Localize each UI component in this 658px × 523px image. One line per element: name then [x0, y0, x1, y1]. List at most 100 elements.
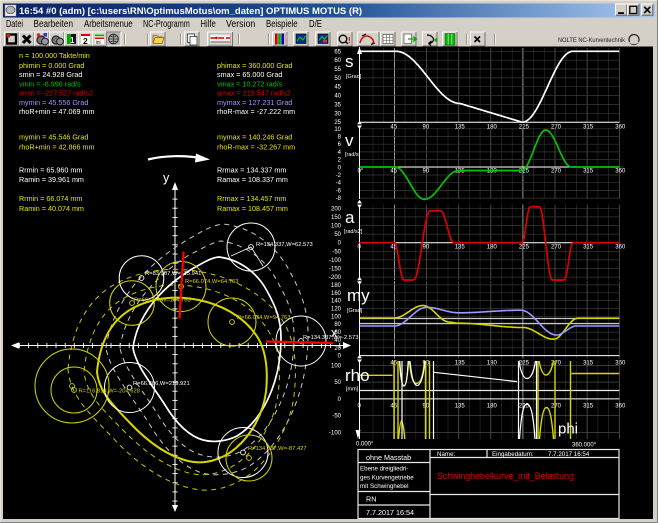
svg-text:Version: Version: [226, 19, 255, 30]
svg-text:Eingabedatum:: Eingabedatum:: [492, 451, 534, 458]
svg-text:1: 1: [70, 36, 75, 45]
svg-text:n = 100.000 Takte/min: n = 100.000 Takte/min: [19, 51, 90, 60]
svg-text:360.000°: 360.000°: [572, 443, 597, 449]
svg-text:360: 360: [615, 404, 626, 410]
svg-text:315: 315: [583, 404, 594, 410]
svg-text:0.000°: 0.000°: [356, 442, 374, 448]
svg-text:200: 200: [331, 206, 342, 212]
svg-text:Ramin = 39.961 mm: Ramin = 39.961 mm: [19, 175, 84, 184]
svg-text:90: 90: [423, 169, 430, 175]
svg-text:40: 40: [334, 94, 341, 100]
svg-text:7.7.2017 16:54: 7.7.2017 16:54: [548, 451, 590, 458]
svg-text:D/E: D/E: [309, 19, 322, 30]
svg-text:Rrmin = 65.960 mm: Rrmin = 65.960 mm: [19, 165, 82, 174]
svg-text:7.7.2017 16:54: 7.7.2017 16:54: [366, 508, 414, 517]
svg-text:a: a: [345, 208, 355, 227]
svg-text:140: 140: [331, 299, 342, 305]
svg-text:135: 135: [455, 245, 466, 251]
svg-text:[Grad]: [Grad]: [347, 308, 363, 314]
svg-text:315: 315: [583, 169, 594, 175]
svg-text:[Grad]: [Grad]: [346, 74, 362, 80]
svg-text:50: 50: [334, 76, 341, 82]
svg-text:10: 10: [334, 127, 341, 133]
svg-text:Ramin = 40.074 mm: Ramin = 40.074 mm: [19, 204, 84, 213]
svg-text:45: 45: [334, 85, 341, 91]
svg-text:amax = 219.547 rad/s2: amax = 219.547 rad/s2: [217, 89, 291, 98]
svg-text:20: 20: [334, 346, 341, 352]
svg-text:315: 315: [583, 245, 594, 251]
svg-text:ohne Masstab: ohne Masstab: [366, 453, 411, 462]
svg-text:y: y: [163, 171, 170, 185]
svg-text:R=83.907,W=115.941: R=83.907,W=115.941: [145, 271, 201, 277]
svg-text:smin = 24.928 Grad: smin = 24.928 Grad: [19, 70, 82, 79]
svg-text:NC-Programm: NC-Programm: [143, 19, 190, 30]
svg-text:mymin = 45.556 Grad: mymin = 45.556 Grad: [19, 98, 88, 107]
svg-text:-50: -50: [332, 414, 341, 420]
svg-text:smax = 65.000 Grad: smax = 65.000 Grad: [217, 70, 282, 79]
svg-text:50: 50: [334, 232, 341, 238]
svg-text:Rrmax = 134.457 mm: Rrmax = 134.457 mm: [217, 194, 286, 203]
svg-text:100: 100: [331, 314, 342, 320]
svg-text:rho: rho: [345, 366, 370, 385]
svg-text:80: 80: [334, 322, 341, 328]
svg-text:-200: -200: [329, 275, 342, 281]
svg-text:120: 120: [331, 307, 342, 313]
svg-text:NOLTE NC-Kurventechnik: NOLTE NC-Kurventechnik: [558, 37, 626, 44]
svg-text:150: 150: [331, 215, 342, 221]
svg-text:360: 360: [615, 245, 626, 251]
svg-text:50: 50: [334, 380, 341, 386]
svg-text:-50: -50: [332, 249, 341, 255]
svg-text:0°: 0°: [358, 169, 364, 175]
svg-text:180: 180: [331, 283, 342, 289]
svg-text:35: 35: [334, 103, 341, 109]
svg-text:Arbeitsmenue: Arbeitsmenue: [84, 19, 133, 30]
svg-text:[rad/s]: [rad/s]: [345, 152, 361, 158]
svg-text:Name:: Name:: [437, 451, 456, 458]
svg-text:-6: -6: [336, 188, 342, 194]
svg-text:-100: -100: [329, 258, 342, 264]
svg-text:Rrmin = 66.074 mm: Rrmin = 66.074 mm: [19, 194, 82, 203]
svg-text:vmax = 10.272 rad/s: vmax = 10.272 rad/s: [217, 80, 283, 89]
svg-text:180: 180: [487, 404, 498, 410]
svg-text:[mm]: [mm]: [346, 387, 359, 393]
svg-text:-4: -4: [336, 181, 342, 187]
svg-text:R=66.074,W=94.763: R=66.074,W=94.763: [237, 315, 291, 321]
svg-text:-2: -2: [336, 173, 342, 179]
svg-text:mymin = 45.546 Grad: mymin = 45.546 Grad: [19, 132, 88, 141]
svg-text:v: v: [345, 131, 354, 150]
svg-text:ges Kurvengetriebe: ges Kurvengetriebe: [360, 475, 414, 482]
svg-text:Schwinghebelkurve_mit_Belastun: Schwinghebelkurve_mit_Belastung: [437, 471, 574, 481]
svg-text:mymax = 140.246 Grad: mymax = 140.246 Grad: [217, 132, 292, 141]
svg-text:my: my: [347, 286, 370, 305]
svg-text:R=66.074,W=64.763: R=66.074,W=64.763: [185, 279, 239, 285]
svg-text:Hilfe: Hilfe: [201, 19, 217, 30]
svg-text:25: 25: [334, 120, 341, 126]
svg-text:amin = -227.527 rad/s2: amin = -227.527 rad/s2: [19, 89, 93, 98]
svg-text:Bearbeiten: Bearbeiten: [34, 19, 74, 30]
svg-text:135: 135: [455, 125, 466, 131]
svg-text:!: !: [348, 36, 351, 45]
svg-text:225: 225: [519, 125, 530, 131]
svg-text:270: 270: [551, 245, 562, 251]
svg-text:16:54 #0 (adm) [c:\users\RN\O: 16:54 #0 (adm) [c:\users\RN\OptimusMotus…: [19, 6, 362, 17]
svg-text:rhoR+min = 47.069 mm: rhoR+min = 47.069 mm: [19, 107, 95, 116]
svg-text:55: 55: [334, 67, 341, 73]
svg-text:Ramax = 108.457 mm: Ramax = 108.457 mm: [217, 204, 288, 213]
svg-text:315: 315: [583, 125, 594, 131]
svg-text:360: 360: [615, 125, 626, 131]
svg-text:[rad/s2]: [rad/s2]: [344, 229, 363, 235]
svg-text:180: 180: [487, 169, 498, 175]
svg-text:40: 40: [334, 338, 341, 344]
svg-text:-8: -8: [336, 196, 342, 202]
svg-text:65: 65: [334, 49, 341, 55]
svg-text:100: 100: [331, 363, 342, 369]
svg-text:135: 135: [455, 404, 466, 410]
svg-text:rhoR-max = -27.222 mm: rhoR-max = -27.222 mm: [217, 107, 295, 116]
svg-text:rhoR-max = -32.267 mm: rhoR-max = -32.267 mm: [217, 142, 295, 151]
svg-text:vmin = -8.996 rad/s: vmin = -8.996 rad/s: [19, 80, 81, 89]
svg-text:2: 2: [83, 36, 88, 46]
svg-text:R=134.387,W=-87.427: R=134.387,W=-87.427: [248, 446, 307, 452]
svg-text:270: 270: [551, 169, 562, 175]
svg-text:180: 180: [487, 125, 498, 131]
svg-text:60: 60: [334, 330, 341, 336]
